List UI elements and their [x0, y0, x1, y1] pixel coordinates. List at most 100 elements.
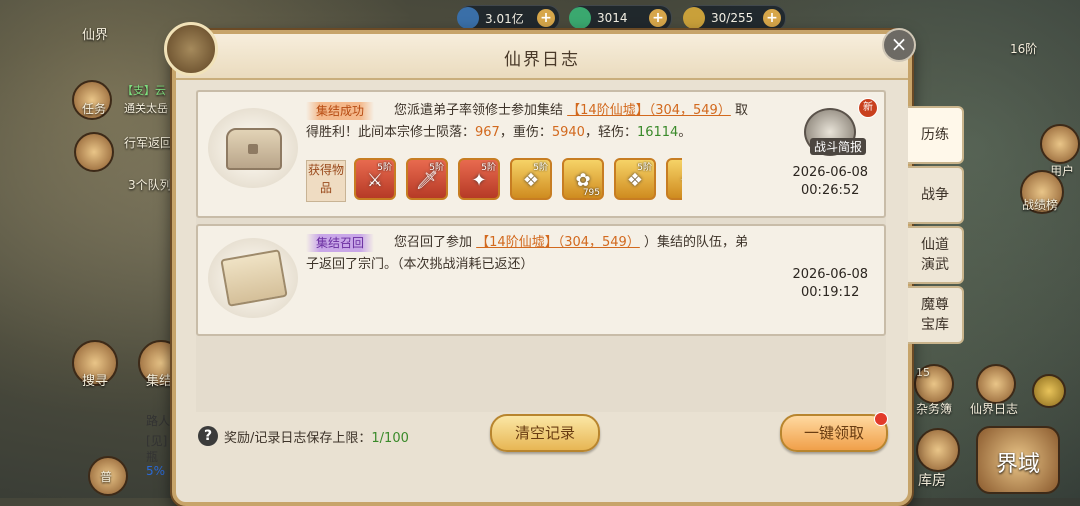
tab-dao-arena[interactable]: 仙道 演武	[908, 226, 964, 284]
item-icon: ✧	[668, 170, 682, 191]
item-icon: ❖	[522, 170, 540, 191]
reward-item[interactable]: ✿ 795	[562, 158, 604, 200]
tab-training[interactable]: 历练	[908, 106, 964, 164]
help-icon[interactable]: ?	[198, 426, 218, 446]
log-time: 00:26:52	[801, 183, 860, 198]
realm-log-modal: 仙界日志 × 集结成功 您派遣弟子率领修士参加集结 【14阶仙墟】（304，54…	[164, 22, 964, 506]
item-icon: 🗡	[415, 170, 439, 191]
collect-all-button[interactable]: 一键领取	[780, 412, 888, 452]
item-icon: ✦	[471, 170, 487, 191]
add-icon[interactable]: +	[763, 9, 781, 27]
road-label: 路人	[146, 414, 171, 428]
search-label: 搜寻	[82, 374, 109, 389]
reward-item[interactable]: 5阶 🗡	[406, 158, 448, 200]
log-entry: 集结成功 您派遣弟子率领修士参加集结 【14阶仙墟】（304，549） 取 得胜…	[196, 90, 886, 218]
march-label: 行军返回	[124, 136, 173, 150]
gather-label: 集结	[146, 374, 173, 389]
modal-header: 仙界日志	[176, 34, 908, 80]
tab-label: 仙道 演武	[921, 237, 949, 273]
status-tag-recall: 集结召回	[306, 234, 375, 252]
team-count: 3个队列	[128, 178, 172, 192]
log-text: 取	[734, 103, 748, 118]
log-timestamp: 2026-06-08 00:19:12	[792, 266, 868, 302]
bottle-label: 瓶	[146, 450, 159, 464]
location-link[interactable]: 【14阶仙墟】（304，549）	[476, 235, 640, 250]
log-message: 您派遣弟子率领修士参加集结 【14阶仙墟】（304，549） 取	[394, 100, 790, 122]
log-date: 2026-06-08	[792, 165, 868, 180]
item-icon: ⚔	[366, 170, 384, 191]
reward-item[interactable]: 5阶 ❖	[510, 158, 552, 200]
tab-demon-vault[interactable]: 魔尊 宝库	[908, 286, 964, 344]
log-text: 。	[678, 125, 692, 140]
tab-war[interactable]: 战争	[908, 166, 964, 224]
log-message-line2: 子返回了宗门。（本次挑战消耗已返还）	[306, 257, 534, 272]
resource-bar-stamina[interactable]: 30/255 +	[683, 5, 786, 31]
misc-count: 15	[916, 366, 930, 379]
crane-emblem-icon	[164, 22, 218, 76]
realm-log-icon[interactable]	[976, 364, 1016, 404]
realm-domain-label: 界域	[996, 452, 1041, 477]
tab-label: 魔尊 宝库	[921, 297, 949, 333]
battle-report-label[interactable]: 战斗简报	[809, 138, 866, 155]
fallen-count: 967	[475, 125, 500, 140]
misc-book-label: 杂务簿	[916, 402, 953, 416]
reward-item[interactable]: ✧	[666, 158, 682, 200]
resource-value: 3014	[597, 11, 628, 25]
realm-label[interactable]: 仙界	[82, 24, 108, 43]
reward-item[interactable]: 5阶 ⚔	[354, 158, 396, 200]
modal-title: 仙界日志	[504, 50, 580, 70]
items-label: 获得物品	[306, 160, 346, 202]
march-icon[interactable]	[74, 132, 114, 172]
close-button[interactable]: ×	[882, 28, 916, 62]
log-entry: 集结召回 您召回了参加 【14阶仙墟】（304，549） ）集结的队伍，弟 子返…	[196, 224, 886, 336]
log-limit: 奖励/记录日志保存上限：1/100	[224, 427, 409, 446]
expand-arrow-icon[interactable]	[1032, 374, 1066, 408]
log-message-line2: 得胜利！此间本宗修士陨落：967，重伤：5940，轻伤：16114。	[306, 122, 786, 144]
pu-label: 普	[100, 470, 113, 484]
log-text: ，轻伤：	[584, 125, 637, 140]
notification-dot	[874, 412, 888, 426]
battle-rank-label: 战绩榜	[1022, 198, 1059, 212]
log-text: ）集结的队伍，弟	[643, 235, 748, 250]
add-icon[interactable]: +	[537, 9, 555, 27]
clear-records-button[interactable]: 清空记录	[490, 414, 600, 452]
log-time: 00:19:12	[801, 285, 860, 300]
log-text: 得胜利！此间本宗修士陨落：	[306, 125, 476, 140]
limit-label: 奖励/记录日志保存上限：	[224, 431, 372, 446]
log-date: 2026-06-08	[792, 267, 868, 282]
chest-icon	[208, 108, 298, 188]
log-text: ，重伤：	[499, 125, 552, 140]
spirit-stone-icon	[457, 7, 479, 29]
log-text: 您召回了参加	[394, 235, 473, 250]
resource-bar-jade[interactable]: 3014 +	[569, 5, 672, 31]
log-list[interactable]: 集结成功 您派遣弟子率领修士参加集结 【14阶仙墟】（304，549） 取 得胜…	[196, 90, 886, 412]
user-icon[interactable]	[1040, 124, 1080, 164]
location-link[interactable]: 【14阶仙墟】（304，549）	[567, 103, 731, 118]
task-label: 任务	[82, 102, 107, 116]
item-icon: ❖	[626, 170, 644, 191]
resource-value: 3.01亿	[485, 11, 524, 26]
see-label: [见]	[146, 434, 168, 448]
warehouse-label: 库房	[918, 473, 946, 489]
warehouse-icon[interactable]	[916, 428, 960, 472]
log-message: 您召回了参加 【14阶仙墟】（304，549） ）集结的队伍，弟	[394, 232, 814, 254]
stamina-icon	[683, 7, 705, 29]
task-tag: 【支】云	[122, 84, 166, 97]
jade-icon	[569, 7, 591, 29]
realm-log-label: 仙界日志	[970, 402, 1019, 416]
percent-label: 5%	[146, 464, 166, 478]
log-text: 您派遣弟子率领修士参加集结	[394, 103, 564, 118]
reward-item[interactable]: 5阶 ✦	[458, 158, 500, 200]
light-count: 16114	[636, 125, 679, 140]
add-icon[interactable]: +	[649, 9, 667, 27]
reward-item[interactable]: 5阶 ❖	[614, 158, 656, 200]
severe-count: 5940	[551, 125, 585, 140]
scroll-icon	[208, 238, 298, 318]
limit-value: 1/100	[371, 431, 409, 446]
resource-bar-spirit-stone[interactable]: 3.01亿 +	[457, 5, 560, 31]
resource-value: 30/255	[711, 11, 754, 25]
task-desc: 通关太岳	[124, 102, 168, 115]
reward-items[interactable]: 获得物品 5阶⚔5阶🗡5阶✦5阶❖✿7955阶❖✧	[306, 158, 682, 202]
level-badge: 16阶	[1010, 42, 1038, 56]
item-quantity: 795	[582, 188, 600, 198]
